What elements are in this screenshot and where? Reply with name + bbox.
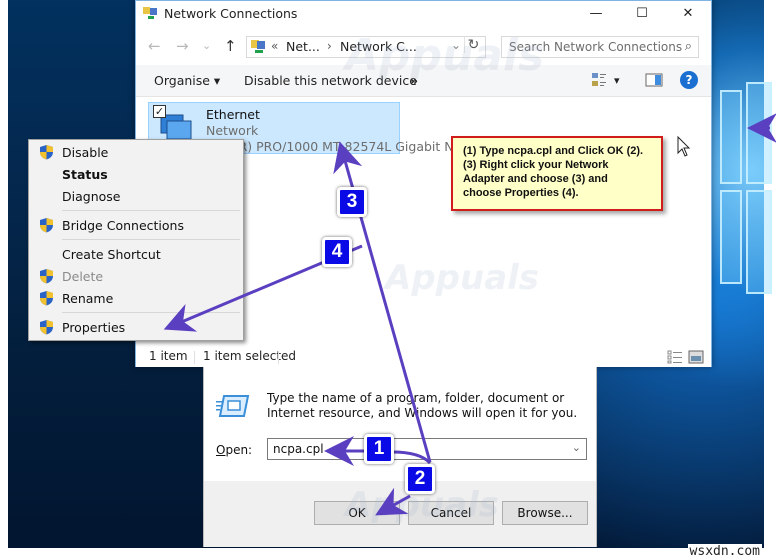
open-label: Open: [216, 443, 252, 457]
uac-shield-icon [40, 145, 53, 160]
menu-item-label: Delete [62, 269, 104, 284]
menu-separator [62, 239, 240, 240]
step-badge-3: 3 [337, 187, 367, 217]
run-input-value: ncpa.cpl [273, 442, 324, 456]
run-open-input[interactable]: ncpa.cpl ⌄ [267, 438, 587, 460]
status-separator [194, 351, 195, 364]
menu-item-label: Rename [62, 291, 114, 306]
organise-button[interactable]: Organise ▾ [154, 73, 220, 88]
view-dropdown-icon[interactable]: ▾ [614, 74, 620, 87]
address-dropdown-icon[interactable]: ⌄ [451, 38, 461, 52]
forward-arrow-icon[interactable]: → [176, 37, 189, 55]
ok-button[interactable]: OK [314, 501, 400, 525]
uac-shield-icon [40, 320, 53, 335]
selection-count: 1 item selected [203, 349, 297, 363]
adapter-checkbox[interactable]: ✓ [153, 105, 166, 118]
open-label-text: pen: [225, 443, 253, 457]
large-icons-view-icon[interactable] [688, 350, 704, 364]
network-folder-icon [251, 40, 265, 53]
callout-line: (1) Type ncpa.cpl and Click OK (2). [463, 145, 644, 157]
step-badge-1: 1 [364, 434, 394, 464]
item-count: 1 item [149, 349, 188, 363]
search-icon[interactable]: ⌕ [685, 39, 692, 54]
breadcrumb-separator-icon: › [327, 39, 332, 53]
up-arrow-icon[interactable]: ↑ [224, 37, 237, 55]
close-button[interactable]: ✕ [665, 3, 711, 25]
menu-separator [62, 312, 240, 313]
uac-shield-icon [40, 269, 53, 284]
menu-separator [62, 210, 240, 211]
menu-item-label: Status [62, 167, 108, 182]
menu-item-label: Diagnose [62, 189, 121, 204]
step-badge-2: 2 [405, 464, 435, 494]
menu-item-label: Bridge Connections [62, 218, 184, 233]
recent-locations-icon[interactable]: ⌄ [202, 39, 211, 52]
callout-line: choose Properties (4). [463, 187, 579, 199]
run-program-icon [216, 395, 250, 417]
browse-button[interactable]: Browse... [502, 501, 588, 525]
minimize-button[interactable]: — [573, 3, 619, 25]
menu-item-status[interactable]: Status [29, 164, 243, 184]
site-watermark: wsxdn.com [687, 544, 762, 559]
menu-item-bridge-connections[interactable]: Bridge Connections [29, 215, 243, 235]
menu-item-label: Properties [62, 320, 126, 335]
breadcrumb-network[interactable]: Net... [286, 39, 320, 54]
change-view-icon[interactable] [591, 72, 607, 88]
menu-item-diagnose[interactable]: Diagnose [29, 186, 243, 206]
address-overflow-icon[interactable]: « [271, 39, 278, 53]
step-badge-4: 4 [322, 237, 352, 267]
menu-item-properties[interactable]: Properties [29, 317, 243, 337]
more-commands-button[interactable]: » [410, 73, 418, 88]
maximize-button[interactable]: ☐ [619, 3, 665, 25]
window-title: Network Connections [164, 6, 298, 21]
menu-item-delete: Delete [29, 266, 243, 286]
preview-pane-icon[interactable] [645, 72, 663, 88]
history-dropdown-icon[interactable]: ⌄ [572, 441, 581, 454]
refresh-icon[interactable]: ↻ [464, 37, 482, 53]
context-menu: Disable Status Diagnose Bridge Connectio… [28, 139, 244, 341]
address-bar[interactable]: « Net... › Network C... ⌄ ↻ [246, 36, 486, 58]
uac-shield-icon [40, 291, 53, 306]
status-bar: 1 item 1 item selected [136, 347, 711, 367]
adapter-name: Ethernet [206, 107, 260, 122]
details-view-icon[interactable] [667, 350, 683, 364]
menu-item-label: Disable [62, 145, 109, 160]
mouse-cursor-icon [677, 136, 691, 157]
run-dialog: Type the name of a program, folder, docu… [203, 367, 597, 547]
callout-line: (3) Right click your Network [463, 159, 609, 171]
instruction-callout: (1) Type ncpa.cpl and Click OK (2). (3) … [451, 136, 663, 211]
run-description: Type the name of a program, folder, docu… [267, 391, 578, 420]
menu-item-rename[interactable]: Rename [29, 288, 243, 308]
menu-item-create-shortcut[interactable]: Create Shortcut [29, 244, 243, 264]
windows-logo-wallpaper [720, 82, 772, 302]
search-placeholder: Search Network Connections [509, 40, 683, 54]
cancel-button[interactable]: Cancel [408, 501, 494, 525]
adapter-status: Network [206, 123, 259, 138]
title-bar: Network Connections — ☐ ✕ [136, 1, 711, 29]
menu-item-label: Create Shortcut [62, 247, 161, 262]
breadcrumb-network-connections[interactable]: Network C... [340, 39, 417, 54]
back-arrow-icon[interactable]: ← [148, 37, 161, 55]
uac-shield-icon [40, 218, 53, 233]
disable-network-device-button[interactable]: Disable this network device [244, 73, 417, 88]
search-input[interactable]: Search Network Connections ⌕ [501, 36, 699, 58]
status-separator [278, 351, 279, 364]
network-connections-icon [143, 7, 157, 19]
command-toolbar: Organise ▾ Disable this network device »… [136, 65, 711, 97]
menu-item-disable[interactable]: Disable [29, 142, 243, 162]
callout-line: Adapter and choose (3) and [463, 173, 608, 185]
help-icon[interactable]: ? [680, 71, 698, 89]
navigation-bar: ← → ⌄ ↑ « Net... › Network C... ⌄ ↻ Sear… [136, 31, 711, 63]
